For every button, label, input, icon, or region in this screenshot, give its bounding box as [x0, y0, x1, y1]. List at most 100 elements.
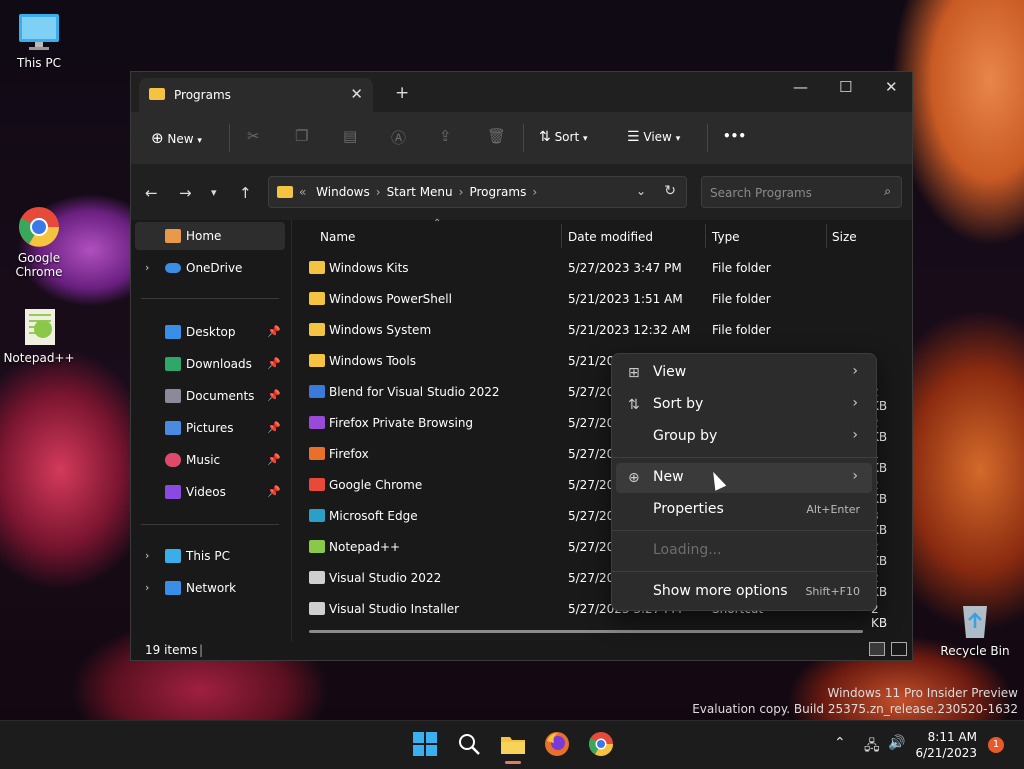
file-type: File folder — [712, 292, 771, 306]
nav-item-this-pc[interactable]: › This PC — [135, 542, 285, 570]
horizontal-scrollbar[interactable] — [309, 630, 863, 633]
nav-item-documents[interactable]: Documents 📌 — [135, 382, 285, 410]
breadcrumb-windows[interactable]: Windows — [316, 185, 370, 199]
desktop-icon-recycle-bin[interactable]: Recycle Bin — [939, 598, 1011, 658]
pin-icon: 📌 — [267, 485, 281, 498]
nav-item-music[interactable]: Music 📌 — [135, 446, 285, 474]
nav-divider — [141, 524, 279, 525]
desktop-icon-google-chrome[interactable]: Google Chrome — [3, 205, 75, 279]
status-divider: | — [199, 643, 204, 657]
back-arrow-icon[interactable]: ← — [145, 184, 158, 202]
windows-logo-icon — [413, 732, 437, 756]
desktop-icon-notepadpp[interactable]: Notepad++ — [3, 305, 75, 365]
music-icon — [165, 453, 181, 467]
refresh-icon[interactable]: ↻ — [664, 183, 676, 199]
close-window-button[interactable]: ✕ — [885, 78, 898, 96]
nav-item-pictures[interactable]: Pictures 📌 — [135, 414, 285, 442]
search-input[interactable] — [708, 183, 872, 203]
nav-item-videos[interactable]: Videos 📌 — [135, 478, 285, 506]
more-options-button[interactable]: ••• — [723, 129, 746, 143]
breadcrumb-overflow[interactable]: « — [299, 185, 306, 199]
share-icon[interactable]: ⇪ — [439, 127, 452, 145]
pane-divider[interactable] — [291, 220, 292, 642]
nav-item-desktop[interactable]: Desktop 📌 — [135, 318, 285, 346]
home-icon — [165, 229, 181, 243]
chevron-right-icon[interactable]: › — [145, 581, 149, 594]
table-row[interactable]: Windows System 5/21/2023 12:32 AM File fol… — [306, 315, 886, 346]
menu-item-properties[interactable]: Properties Alt+Enter — [616, 495, 872, 525]
column-header-name[interactable]: Name — [320, 230, 355, 244]
close-tab-icon[interactable]: ✕ — [350, 85, 363, 103]
file-name: Visual Studio Installer — [329, 602, 460, 616]
firefox-icon — [545, 732, 569, 756]
taskbar-file-explorer[interactable] — [500, 731, 526, 764]
column-divider[interactable] — [561, 224, 562, 248]
column-header-date[interactable]: Date modified — [568, 230, 653, 244]
up-arrow-icon[interactable]: ↑ — [239, 184, 252, 202]
column-divider[interactable] — [826, 224, 827, 248]
file-name: Visual Studio 2022 — [329, 571, 442, 585]
nav-item-onedrive[interactable]: › OneDrive — [135, 254, 285, 282]
paste-icon[interactable]: ▤ — [343, 127, 357, 145]
file-icon — [309, 571, 325, 584]
volume-icon[interactable]: 🔊 — [888, 735, 905, 751]
address-bar[interactable]: « Windows › Start Menu › Programs › ⌄ ↻ — [268, 176, 687, 208]
search-icon — [459, 734, 480, 755]
menu-item-view[interactable]: ⊞ View › — [616, 358, 872, 388]
file-name: Google Chrome — [329, 478, 423, 492]
file-name: Notepad++ — [329, 540, 401, 554]
desktop-icon-label: Notepad++ — [3, 351, 75, 365]
taskbar-firefox[interactable] — [544, 731, 570, 757]
chevron-right-icon[interactable]: › — [145, 549, 149, 562]
menu-item-group-by[interactable]: Group by › — [616, 422, 872, 452]
taskbar-chrome[interactable] — [588, 731, 614, 757]
menu-item-show-more-options[interactable]: Show more options Shift+F10 — [616, 577, 872, 607]
menu-item-new[interactable]: ⊕ New › — [616, 463, 872, 493]
column-header-size[interactable]: Size — [832, 230, 857, 244]
chevron-right-icon[interactable]: › — [145, 261, 149, 274]
copy-icon[interactable]: ❐ — [295, 127, 308, 145]
notification-badge[interactable]: 1 — [988, 737, 1004, 753]
active-indicator — [505, 761, 521, 764]
cloud-icon — [165, 263, 181, 273]
table-row[interactable]: Windows PowerShell 5/21/2023 1:51 AM File … — [306, 284, 886, 315]
nav-item-downloads[interactable]: Downloads 📌 — [135, 350, 285, 378]
chevron-up-icon[interactable]: ⌃ — [834, 735, 846, 751]
details-view-icon[interactable] — [869, 642, 885, 656]
search-box[interactable]: ⌕ — [701, 176, 902, 208]
rename-icon[interactable]: Ⓐ — [391, 127, 406, 148]
sort-button[interactable]: ⇅ Sort ▾ — [539, 129, 588, 145]
table-row[interactable]: Windows Kits 5/27/2023 3:47 PM File folder — [306, 253, 886, 284]
file-icon — [309, 385, 325, 398]
new-button[interactable]: ⊕ New ▾ — [151, 129, 202, 147]
delete-icon[interactable]: 🗑 — [487, 127, 506, 145]
start-button[interactable] — [412, 731, 438, 757]
network-icon[interactable]: 🖧 — [864, 735, 880, 759]
pin-icon: 📌 — [267, 421, 281, 434]
view-button[interactable]: ☰ View ▾ — [627, 129, 680, 145]
nav-item-network[interactable]: › Network — [135, 574, 285, 602]
clock[interactable]: 8:11 AM 6/21/2023 — [915, 729, 977, 761]
address-history-icon[interactable]: ⌄ — [636, 184, 646, 198]
minimize-button[interactable]: — — [793, 78, 808, 96]
nav-item-home[interactable]: Home — [135, 222, 285, 250]
column-divider[interactable] — [705, 224, 706, 248]
plus-circle-icon: ⊕ — [628, 470, 640, 486]
desktop-icon-this-pc[interactable]: This PC — [3, 10, 75, 70]
file-icon — [309, 261, 325, 274]
tiles-view-icon[interactable] — [891, 642, 907, 656]
forward-arrow-icon[interactable]: → — [179, 184, 192, 202]
breadcrumb-start-menu[interactable]: Start Menu — [387, 185, 453, 199]
sort-icon: ⇅ — [539, 129, 551, 145]
tab-programs[interactable]: Programs ✕ — [139, 78, 373, 112]
column-header-type[interactable]: Type — [712, 230, 740, 244]
search-button[interactable] — [456, 731, 482, 757]
cut-icon[interactable]: ✂ — [247, 127, 260, 145]
recent-locations-icon[interactable]: ▾ — [211, 186, 217, 199]
menu-item-loading: Loading... — [653, 542, 722, 558]
pin-icon: 📌 — [267, 453, 281, 466]
new-tab-button[interactable]: + — [395, 83, 409, 103]
breadcrumb-programs[interactable]: Programs — [469, 185, 526, 199]
menu-item-sort-by[interactable]: ⇅ Sort by › — [616, 390, 872, 420]
maximize-button[interactable]: ☐ — [839, 78, 852, 96]
